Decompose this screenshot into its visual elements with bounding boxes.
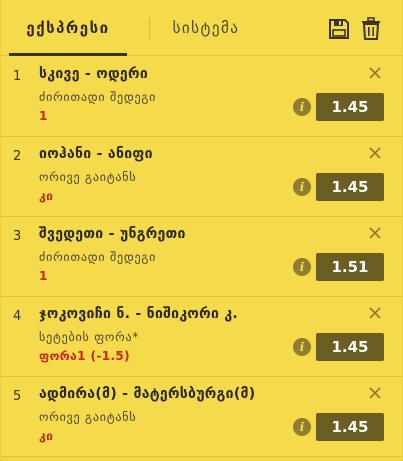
bet-number: 3 — [13, 229, 22, 244]
close-icon[interactable] — [368, 145, 382, 159]
bet-number: 1 — [13, 69, 22, 84]
bet-pick: კი — [39, 429, 54, 443]
bet-number: 5 — [13, 389, 22, 404]
odds-button[interactable]: 1.45 — [316, 93, 384, 121]
bet-match: იოჰანი - ანიფი — [39, 146, 153, 162]
save-icon[interactable] — [328, 17, 350, 41]
tab-system[interactable]: სისტემა — [151, 0, 261, 56]
odds-button[interactable]: 1.45 — [316, 333, 384, 361]
bet-market: ორივე გაიტანს — [39, 170, 137, 184]
bet-market: ძირითადი შედეგი — [39, 250, 157, 264]
info-icon[interactable]: i — [293, 418, 311, 436]
bet-number: 4 — [13, 309, 22, 324]
bet-list: 1 სკივე - ოდერი ძირითადი შედეგი 1 i 1.45… — [1, 57, 402, 457]
bet-pick: 1 — [39, 269, 48, 283]
bet-match: სკივე - ოდერი — [39, 66, 149, 82]
bet-item: 2 იოჰანი - ანიფი ორივე გაიტანს კი i 1.45 — [1, 137, 402, 217]
bet-market: ძირითადი შედეგი — [39, 90, 157, 104]
bet-match: ადმირა(მ) - მატერსბურგი(მ) — [39, 386, 256, 402]
odds-button[interactable]: 1.51 — [316, 253, 384, 281]
close-icon[interactable] — [368, 225, 382, 239]
odds-button[interactable]: 1.45 — [316, 413, 384, 441]
trash-icon[interactable] — [360, 17, 382, 41]
bet-item: 1 სკივე - ოდერი ძირითადი შედეგი 1 i 1.45 — [1, 57, 402, 137]
close-icon[interactable] — [368, 65, 382, 79]
tab-divider — [149, 18, 150, 40]
close-icon[interactable] — [368, 385, 382, 399]
bet-item: 4 ჯოკოვიჩი ნ. - ნიშიკორი კ. სეტების ფორა… — [1, 297, 402, 377]
betslip-header: ექსპრესი სისტემა — [1, 0, 402, 56]
close-icon[interactable] — [368, 305, 382, 319]
bet-pick: 1 — [39, 109, 48, 123]
bet-pick: კი — [39, 189, 54, 203]
bet-number: 2 — [13, 149, 22, 164]
info-icon[interactable]: i — [293, 178, 311, 196]
info-icon[interactable]: i — [293, 338, 311, 356]
odds-button[interactable]: 1.45 — [316, 173, 384, 201]
info-icon[interactable]: i — [293, 258, 311, 276]
bet-pick: ფორა1 (-1.5) — [39, 349, 131, 363]
betslip-panel: ექსპრესი სისტემა 1 სკივე - ოდერი ძირითად… — [0, 0, 403, 461]
info-icon[interactable]: i — [293, 98, 311, 116]
bet-market: სეტების ფორა* — [39, 330, 140, 344]
bet-match: შვედეთი - უნგრეთი — [39, 226, 186, 242]
bet-market: ორივე გაიტანს — [39, 410, 137, 424]
bet-item: 3 შვედეთი - უნგრეთი ძირითადი შედეგი 1 i … — [1, 217, 402, 297]
bet-match: ჯოკოვიჩი ნ. - ნიშიკორი კ. — [39, 306, 239, 322]
tab-express[interactable]: ექსპრესი — [9, 0, 127, 56]
bet-item: 5 ადმირა(მ) - მატერსბურგი(მ) ორივე გაიტა… — [1, 377, 402, 457]
